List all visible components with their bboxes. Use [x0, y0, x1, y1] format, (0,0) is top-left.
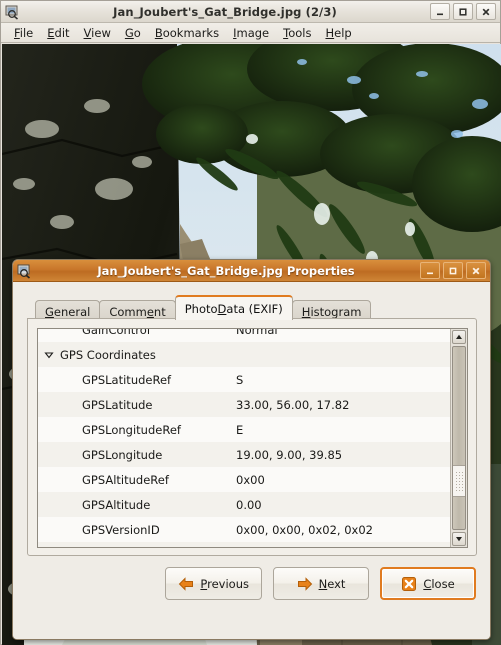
- image-properties-icon: [16, 263, 32, 279]
- table-row[interactable]: GPSLatitude 33.00, 56.00, 17.82: [38, 392, 450, 417]
- close-button[interactable]: [476, 3, 496, 20]
- tab-page-photo-data: GainControl Normal GPS Coordinates GPSLa…: [27, 318, 477, 556]
- menu-file[interactable]: File: [7, 24, 40, 42]
- exif-key: GPSLatitudeRef: [82, 372, 172, 387]
- exif-value: 33.00, 56.00, 17.82: [236, 397, 350, 412]
- exif-key: GPSLatitude: [82, 397, 153, 412]
- menu-view[interactable]: View: [77, 24, 118, 42]
- table-row[interactable]: GPSLongitudeRef E: [38, 417, 450, 442]
- exif-list[interactable]: GainControl Normal GPS Coordinates GPSLa…: [37, 328, 468, 548]
- close-button[interactable]: Close: [380, 567, 476, 600]
- exif-value: Normal: [236, 329, 278, 337]
- exif-scroll-viewport[interactable]: GainControl Normal GPS Coordinates GPSLa…: [38, 329, 450, 547]
- exif-rows-container: GainControl Normal GPS Coordinates GPSLa…: [38, 329, 450, 547]
- viewer-menubar: File Edit View Go Bookmarks Image Tools …: [1, 23, 500, 43]
- menu-edit[interactable]: Edit: [40, 24, 76, 42]
- dialog-window-controls: [420, 262, 487, 279]
- exif-value: S: [236, 372, 244, 387]
- table-row[interactable]: GainControl Normal: [38, 329, 450, 342]
- properties-titlebar[interactable]: Jan_Joubert's_Gat_Bridge.jpg Properties: [13, 260, 490, 282]
- exif-value: 0x00, 0x00, 0x02, 0x02: [236, 522, 373, 537]
- exif-value: 0x00: [236, 472, 265, 487]
- maximize-button[interactable]: [453, 3, 473, 20]
- menu-help[interactable]: Help: [318, 24, 358, 42]
- scroll-down-icon[interactable]: [452, 532, 466, 546]
- dialog-button-row: Previous Next Close: [13, 567, 490, 600]
- menu-go[interactable]: Go: [118, 24, 148, 42]
- scroll-up-icon[interactable]: [452, 330, 466, 344]
- close-x-icon: [401, 576, 417, 592]
- previous-button-label: Previous: [200, 576, 249, 591]
- next-button[interactable]: Next: [273, 567, 369, 600]
- viewer-titlebar[interactable]: Jan_Joubert's_Gat_Bridge.jpg (2/3): [1, 1, 500, 23]
- previous-button[interactable]: Previous: [165, 567, 262, 600]
- tab-photo-data[interactable]: Photo Data (EXIF): [174, 295, 293, 320]
- table-row[interactable]: GPSLatitudeRef S: [38, 367, 450, 392]
- properties-body: General Comm e nt Photo Data (EXIF) Histog…: [13, 282, 490, 639]
- image-viewer-window: Jan_Joubert's_Gat_Bridge.jpg (2/3) File …: [0, 0, 501, 645]
- menu-bookmarks[interactable]: Bookmarks: [148, 24, 226, 42]
- chevron-down-icon[interactable]: [38, 350, 60, 360]
- viewer-window-controls: [430, 3, 497, 20]
- tab-bar: General Comm e nt Photo Data (EXIF) Histog…: [35, 295, 372, 322]
- viewer-title: Jan_Joubert's_Gat_Bridge.jpg (2/3): [113, 4, 337, 19]
- close-button-label: Close: [423, 576, 455, 591]
- exif-value: 0.00: [236, 497, 262, 512]
- table-row[interactable]: GPSVersionID 0x00, 0x00, 0x02, 0x02: [38, 517, 450, 542]
- exif-key: GPSVersionID: [82, 522, 160, 537]
- menu-image[interactable]: Image: [226, 24, 276, 42]
- vertical-scrollbar[interactable]: [450, 329, 467, 547]
- exif-key: GPSAltitude: [82, 497, 151, 512]
- exif-key: GPSLongitude: [82, 447, 163, 462]
- properties-title: Jan_Joubert's_Gat_Bridge.jpg Properties: [97, 263, 355, 278]
- exif-value: E: [236, 422, 244, 437]
- exif-key: GainControl: [82, 329, 151, 337]
- table-row-group[interactable]: GPS Coordinates: [38, 342, 450, 367]
- image-viewer-icon: [4, 4, 20, 20]
- properties-dialog: Jan_Joubert's_Gat_Bridge.jpg Properties: [12, 259, 491, 640]
- exif-group-name: GPS Coordinates: [60, 347, 156, 362]
- table-row[interactable]: GPSAltitude 0.00: [38, 492, 450, 517]
- scrollbar-grip: [453, 465, 465, 497]
- exif-key: GPSLongitudeRef: [82, 422, 181, 437]
- dialog-close-button[interactable]: [466, 262, 486, 279]
- next-button-label: Next: [318, 576, 346, 591]
- minimize-button[interactable]: [430, 3, 450, 20]
- table-row[interactable]: GPSAltitudeRef 0x00: [38, 467, 450, 492]
- table-row[interactable]: GPSLongitude 19.00, 9.00, 39.85: [38, 442, 450, 467]
- arrow-right-icon: [297, 576, 313, 592]
- exif-value: 19.00, 9.00, 39.85: [236, 447, 343, 462]
- arrow-left-icon: [178, 576, 194, 592]
- dialog-maximize-button[interactable]: [443, 262, 463, 279]
- dialog-minimize-button[interactable]: [420, 262, 440, 279]
- table-row-group[interactable]: Image Structure: [38, 542, 450, 547]
- exif-key: GPSAltitudeRef: [82, 472, 169, 487]
- menu-tools[interactable]: Tools: [276, 24, 318, 42]
- scrollbar-thumb[interactable]: [452, 346, 466, 530]
